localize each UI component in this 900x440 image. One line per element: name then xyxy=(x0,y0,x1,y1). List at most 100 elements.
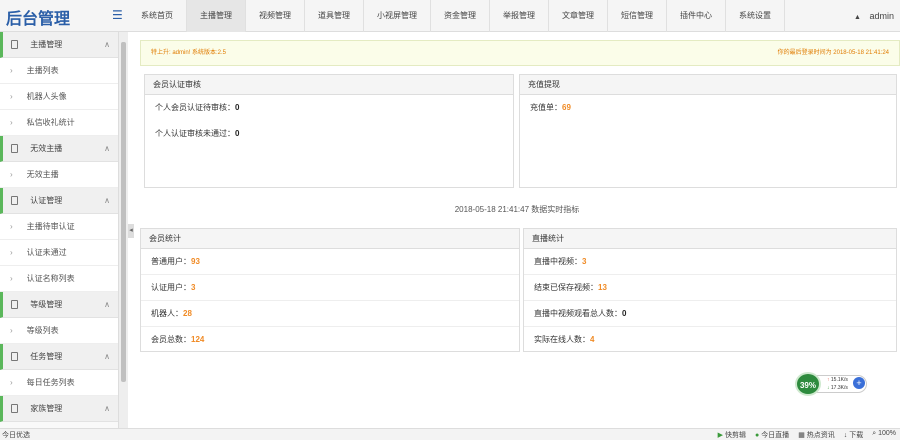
top-bar: 后台管理 ☰ 系统首页 主播管理 视频管理 道具管理 小视屏管理 资金管理 举报… xyxy=(0,0,900,32)
speed-percent: 39% xyxy=(795,372,821,396)
list-item: 个人认证审核未通过：0 xyxy=(155,129,240,138)
nav-item-article[interactable]: 文章管理 xyxy=(549,0,608,32)
hamburger-icon[interactable]: ☰ xyxy=(112,8,123,22)
list-item: 机器人：28 xyxy=(141,301,519,327)
document-icon xyxy=(11,40,18,50)
nav-item-home[interactable]: 系统首页 xyxy=(128,0,187,32)
nav-item-sms[interactable]: 短信管理 xyxy=(608,0,667,32)
sidebar-group-invalid[interactable]: 无效主播 ∧ xyxy=(0,136,118,162)
chevron-right-icon: › xyxy=(10,170,13,179)
sidebar-item-anchor-list[interactable]: › 主播列表 xyxy=(0,58,118,84)
network-speed-widget[interactable]: 39% ↑ 15.1K/s ↓ 17.3K/s + xyxy=(795,372,867,396)
document-icon xyxy=(11,300,18,310)
panel-title: 会员认证审核 xyxy=(145,75,513,95)
sidebar-item-auth-names[interactable]: › 认证名称列表 xyxy=(0,266,118,292)
user-menu[interactable]: ▲ admin xyxy=(854,0,894,32)
list-item: 直播中视频：3 xyxy=(524,249,896,275)
main-content: 特上升: admin! 系统版本:2.5 你的最后登录时间为 2018-05-1… xyxy=(134,32,900,428)
panel-title: 直播统计 xyxy=(524,229,896,249)
sidebar-group-auth[interactable]: 认证管理 ∧ xyxy=(0,188,118,214)
panel-title: 会员统计 xyxy=(141,229,519,249)
nav-item-funds[interactable]: 资金管理 xyxy=(431,0,490,32)
document-icon xyxy=(11,196,18,206)
list-item: 个人会员认证待审核：0 xyxy=(155,103,240,112)
list-item: 实际在线人数：4 xyxy=(534,335,595,344)
chevron-right-icon: › xyxy=(10,92,13,101)
news-icon: ▦ xyxy=(798,432,805,439)
status-hot-news[interactable]: ▦ 热点资讯 xyxy=(798,430,835,440)
notice-version: 特上升: admin! 系统版本:2.5 xyxy=(151,50,227,56)
download-arrow-icon: ↓ xyxy=(827,385,830,391)
main-nav: 系统首页 主播管理 视频管理 道具管理 小视屏管理 资金管理 举报管理 文章管理… xyxy=(128,0,785,32)
zoom-icon: ⌕ xyxy=(872,430,877,437)
sidebar-scrollbar[interactable] xyxy=(118,32,128,428)
list-item: 会员总数：124 xyxy=(151,335,205,344)
sidebar-group-level[interactable]: 等级管理 ∧ xyxy=(0,292,118,318)
member-stats-panel: 会员统计 普通用户：93 认证用户：3 机器人：28 会员总数：124 xyxy=(140,228,520,352)
download-icon: ↓ xyxy=(843,432,848,439)
chevron-up-icon: ∧ xyxy=(104,196,110,205)
panel-title: 充值提现 xyxy=(520,75,896,95)
chevron-right-icon: › xyxy=(10,222,13,231)
chevron-right-icon: › xyxy=(10,326,13,335)
chevron-right-icon: › xyxy=(10,118,13,127)
chevron-right-icon: › xyxy=(10,274,13,283)
sidebar-item-auth-pending[interactable]: › 主播待审认证 xyxy=(0,214,118,240)
upload-arrow-icon: ↑ xyxy=(827,377,830,383)
status-zoom[interactable]: ⌕ 100% xyxy=(872,430,896,440)
sidebar-group-task[interactable]: 任务管理 ∧ xyxy=(0,344,118,370)
sidebar-item-level-list[interactable]: › 等级列表 xyxy=(0,318,118,344)
live-stats-panel: 直播统计 直播中视频：3 结束已保存视频：13 直播中视频观看总人数：0 实际在… xyxy=(523,228,897,352)
play-circle-icon: ● xyxy=(755,432,760,439)
list-item: 直播中视频观看总人数：0 xyxy=(524,301,896,327)
nav-item-video[interactable]: 视频管理 xyxy=(246,0,305,32)
chevron-up-icon: ∧ xyxy=(104,300,110,309)
sidebar-item-invalid-anchor[interactable]: › 无效主播 xyxy=(0,162,118,188)
sidebar-item-auth-failed[interactable]: › 认证未通过 xyxy=(0,240,118,266)
chevron-up-icon: ∧ xyxy=(104,144,110,153)
member-audit-panel: 会员认证审核 个人会员认证待审核：0 个人认证审核未通过：0 xyxy=(144,74,514,188)
status-download[interactable]: ↓ 下载 xyxy=(844,430,863,440)
chevron-up-icon: ∧ xyxy=(104,40,110,49)
list-item: 结束已保存视频：13 xyxy=(524,275,896,301)
nav-item-plugins[interactable]: 插件中心 xyxy=(667,0,726,32)
plus-icon[interactable]: + xyxy=(853,377,865,389)
list-item: 认证用户：3 xyxy=(141,275,519,301)
speed-readout: ↑ 15.1K/s ↓ 17.3K/s xyxy=(827,377,848,391)
list-item: 充值单：69 xyxy=(530,103,571,112)
notice-last-login: 你的最后登录时间为 2018-05-18 21:41:24 xyxy=(777,50,889,56)
user-name: admin xyxy=(869,11,894,21)
status-today-live[interactable]: ● 今日直播 xyxy=(755,430,789,440)
document-icon xyxy=(11,352,18,362)
sidebar-group-anchor[interactable]: 主播管理 ∧ xyxy=(0,32,118,58)
play-icon: ▶ xyxy=(717,432,724,439)
sidebar-item-gift-stats[interactable]: › 私信收礼统计 xyxy=(0,110,118,136)
nav-item-props[interactable]: 道具管理 xyxy=(305,0,364,32)
document-icon xyxy=(11,404,18,414)
recharge-panel: 充值提现 充值单：69 xyxy=(519,74,897,188)
brand-title: 后台管理 xyxy=(6,11,71,28)
sidebar-item-daily-task[interactable]: › 每日任务列表 xyxy=(0,370,118,396)
scrollbar-thumb[interactable] xyxy=(121,42,126,382)
status-left[interactable]: 今日优选 xyxy=(2,430,30,440)
chevron-right-icon: › xyxy=(10,378,13,387)
chevron-up-icon: ∧ xyxy=(104,404,110,413)
chevron-up-icon: ∧ xyxy=(104,352,110,361)
status-bar: 今日优选 ▶ 快剪辑 ● 今日直播 ▦ 热点资讯 ↓ 下载 ⌕ 100% xyxy=(0,428,900,440)
sidebar: 主播管理 ∧ › 主播列表 › 机器人头像 › 私信收礼统计 无效主播 ∧ › 无效主播… xyxy=(0,32,118,428)
nav-item-short-video[interactable]: 小视屏管理 xyxy=(364,0,431,32)
list-item: 普通用户：93 xyxy=(141,249,519,275)
status-quick-edit[interactable]: ▶ 快剪辑 xyxy=(718,430,746,440)
system-notice: 特上升: admin! 系统版本:2.5 你的最后登录时间为 2018-05-1… xyxy=(140,40,900,66)
document-icon xyxy=(11,144,18,154)
sidebar-group-family[interactable]: 家族管理 ∧ xyxy=(0,396,118,422)
chevron-right-icon: › xyxy=(10,248,13,257)
sidebar-item-robot-avatar[interactable]: › 机器人头像 xyxy=(0,84,118,110)
status-right: ▶ 快剪辑 ● 今日直播 ▦ 热点资讯 ↓ 下载 ⌕ 100% xyxy=(718,430,896,440)
nav-item-settings[interactable]: 系统设置 xyxy=(726,0,785,32)
nav-item-anchor[interactable]: 主播管理 xyxy=(187,0,246,32)
chevron-right-icon: › xyxy=(10,66,13,75)
nav-item-report[interactable]: 举报管理 xyxy=(490,0,549,32)
realtime-title: 2018-05-18 21:41:47 数据实时指标 xyxy=(454,205,580,214)
caret-up-icon: ▲ xyxy=(854,14,861,21)
